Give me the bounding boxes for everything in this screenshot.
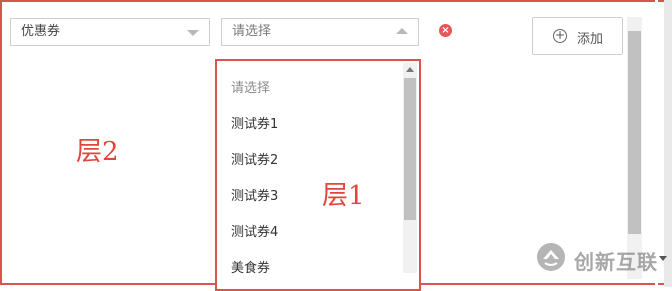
watermark-text: 创新互联	[574, 250, 658, 274]
watermark-logo-icon	[537, 243, 565, 271]
scroll-up-icon[interactable]	[406, 67, 414, 72]
outer-scrollbar-thumb[interactable]	[628, 31, 641, 234]
coupon-type-select[interactable]: 优惠券	[10, 18, 210, 46]
dropdown-option[interactable]: 测试券3	[231, 185, 278, 204]
add-button[interactable]: + 添加	[532, 17, 623, 55]
plus-circle-icon: +	[553, 28, 567, 43]
dropdown-option[interactable]: 美食券	[231, 257, 270, 276]
add-button-label: 添加	[577, 32, 604, 47]
layer-1-label: 层1	[322, 181, 365, 211]
dropdown-option[interactable]: 测试券1	[231, 113, 278, 132]
coupon-select[interactable]: 请选择	[221, 18, 419, 46]
dropdown-option[interactable]: 测试券2	[231, 149, 278, 168]
remove-icon[interactable]: ×	[439, 24, 452, 37]
dropdown-scrollbar-thumb[interactable]	[404, 78, 416, 220]
dropdown-option[interactable]: 测试券4	[231, 221, 278, 240]
chevron-down-icon	[187, 30, 199, 36]
coupon-dropdown: 请选择 测试券1 测试券2 测试券3 测试券4 美食券	[215, 59, 421, 291]
layer-2-label: 层2	[76, 137, 119, 167]
watermark: 创新互联	[536, 240, 666, 278]
dropdown-option[interactable]: 请选择	[231, 77, 270, 96]
coupon-select-placeholder: 请选择	[232, 24, 272, 39]
chevron-up-icon	[396, 28, 408, 34]
coupon-type-value: 优惠券	[21, 24, 61, 39]
